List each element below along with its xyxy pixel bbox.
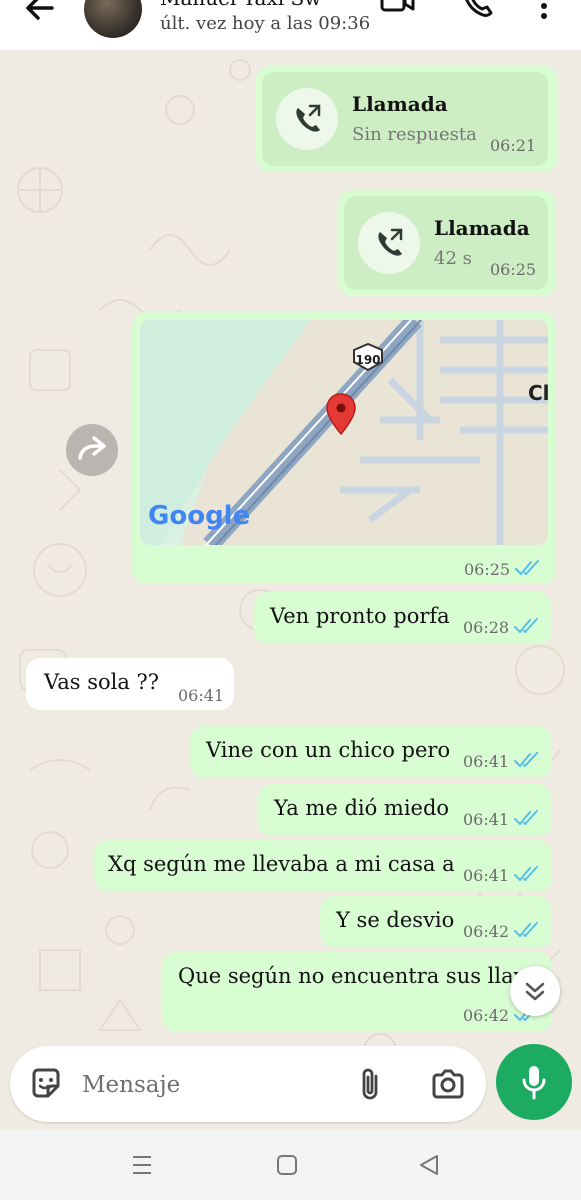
back-triangle-icon[interactable] — [418, 1154, 440, 1176]
video-call-icon[interactable] — [380, 0, 416, 22]
read-ticks-icon — [514, 922, 538, 937]
double-chevron-down-icon — [525, 982, 545, 1001]
sticker-icon[interactable] — [28, 1066, 64, 1102]
outgoing-call-icon — [378, 228, 403, 256]
outgoing-message[interactable]: Que según no encuentra sus llave 06:42 — [162, 952, 552, 1032]
message-text: Y se desvio — [336, 908, 455, 932]
message-time: 06:41 — [178, 686, 225, 705]
call-icon-circle — [276, 88, 338, 150]
back-arrow-icon[interactable] — [22, 0, 58, 26]
call-icon-circle — [358, 212, 420, 274]
message-text: Que según no encuentra sus llave — [178, 964, 538, 988]
system-navigation-bar — [0, 1130, 581, 1200]
map-image: 190 Cl Google — [140, 320, 548, 545]
message-time: 06:25 — [464, 560, 511, 579]
call-title: Llamada — [352, 92, 448, 116]
call-duration: 42 s — [434, 248, 472, 269]
voice-call-icon[interactable] — [460, 0, 496, 22]
contact-name[interactable]: Manuel Taxi Sw — [160, 0, 321, 10]
camera-icon[interactable] — [430, 1068, 466, 1100]
message-time: 06:42 — [463, 1006, 510, 1025]
outgoing-message[interactable]: Vine con un chico pero 06:41 — [190, 726, 552, 778]
message-text: Ya me dió miedo — [274, 796, 450, 820]
forward-button[interactable] — [66, 424, 118, 476]
forward-icon — [78, 436, 106, 460]
call-message-bubble[interactable]: Llamada 42 s 06:25 — [338, 190, 556, 296]
read-ticks-icon — [514, 866, 538, 881]
message-text: Ven pronto porfa — [270, 604, 450, 628]
scroll-to-bottom-button[interactable] — [510, 966, 560, 1016]
place-label: Cl — [528, 381, 548, 405]
message-composer — [10, 1046, 486, 1122]
route-shield-label: 190 — [355, 353, 380, 367]
avatar[interactable] — [84, 0, 142, 38]
message-time: 06:25 — [490, 260, 537, 279]
message-text: Xq según me llevaba a mi casa a — [108, 852, 455, 876]
incoming-message[interactable]: Vas sola ?? 06:41 — [26, 658, 234, 710]
read-ticks-icon — [514, 618, 538, 633]
outgoing-message[interactable]: Y se desvio 06:42 — [320, 896, 552, 948]
call-card: Llamada Sin respuesta 06:21 — [262, 72, 548, 166]
call-status: Sin respuesta — [352, 124, 477, 145]
attach-icon[interactable] — [356, 1064, 384, 1104]
call-title: Llamada — [434, 216, 530, 240]
message-time: 06:41 — [463, 810, 510, 829]
outgoing-message[interactable]: Xq según me llevaba a mi casa a 06:41 — [94, 840, 552, 892]
read-ticks-icon — [515, 560, 539, 575]
read-ticks-icon — [514, 752, 538, 767]
message-time: 06:21 — [490, 136, 537, 155]
message-time: 06:41 — [463, 752, 510, 771]
map-preview[interactable]: 190 Cl Google — [140, 320, 548, 545]
message-text: Vine con un chico pero — [206, 738, 451, 762]
outgoing-message[interactable]: Ven pronto porfa 06:28 — [254, 592, 552, 644]
outgoing-message[interactable]: Ya me dió miedo 06:41 — [258, 784, 552, 836]
message-time: 06:28 — [463, 618, 510, 637]
outgoing-call-icon — [296, 104, 321, 132]
recent-apps-icon[interactable] — [130, 1154, 154, 1176]
more-options-icon[interactable] — [534, 0, 554, 24]
message-time: 06:42 — [463, 922, 510, 941]
mic-icon — [522, 1066, 546, 1100]
last-seen-status[interactable]: últ. vez hoy a las 09:36 — [160, 13, 370, 34]
chat-area[interactable]: Llamada Sin respuesta 06:21 Llamada 42 s… — [0, 50, 581, 1130]
google-logo: Google — [148, 501, 250, 531]
call-card: Llamada 42 s 06:25 — [344, 196, 548, 290]
message-text: Vas sola ?? — [44, 670, 160, 694]
call-message-bubble[interactable]: Llamada Sin respuesta 06:21 — [256, 66, 558, 172]
voice-record-button[interactable] — [496, 1044, 572, 1120]
chat-header: Manuel Taxi Sw últ. vez hoy a las 09:36 — [0, 0, 581, 50]
message-input[interactable] — [80, 1064, 344, 1106]
home-icon[interactable] — [276, 1154, 298, 1176]
message-time: 06:41 — [463, 866, 510, 885]
read-ticks-icon — [514, 810, 538, 825]
